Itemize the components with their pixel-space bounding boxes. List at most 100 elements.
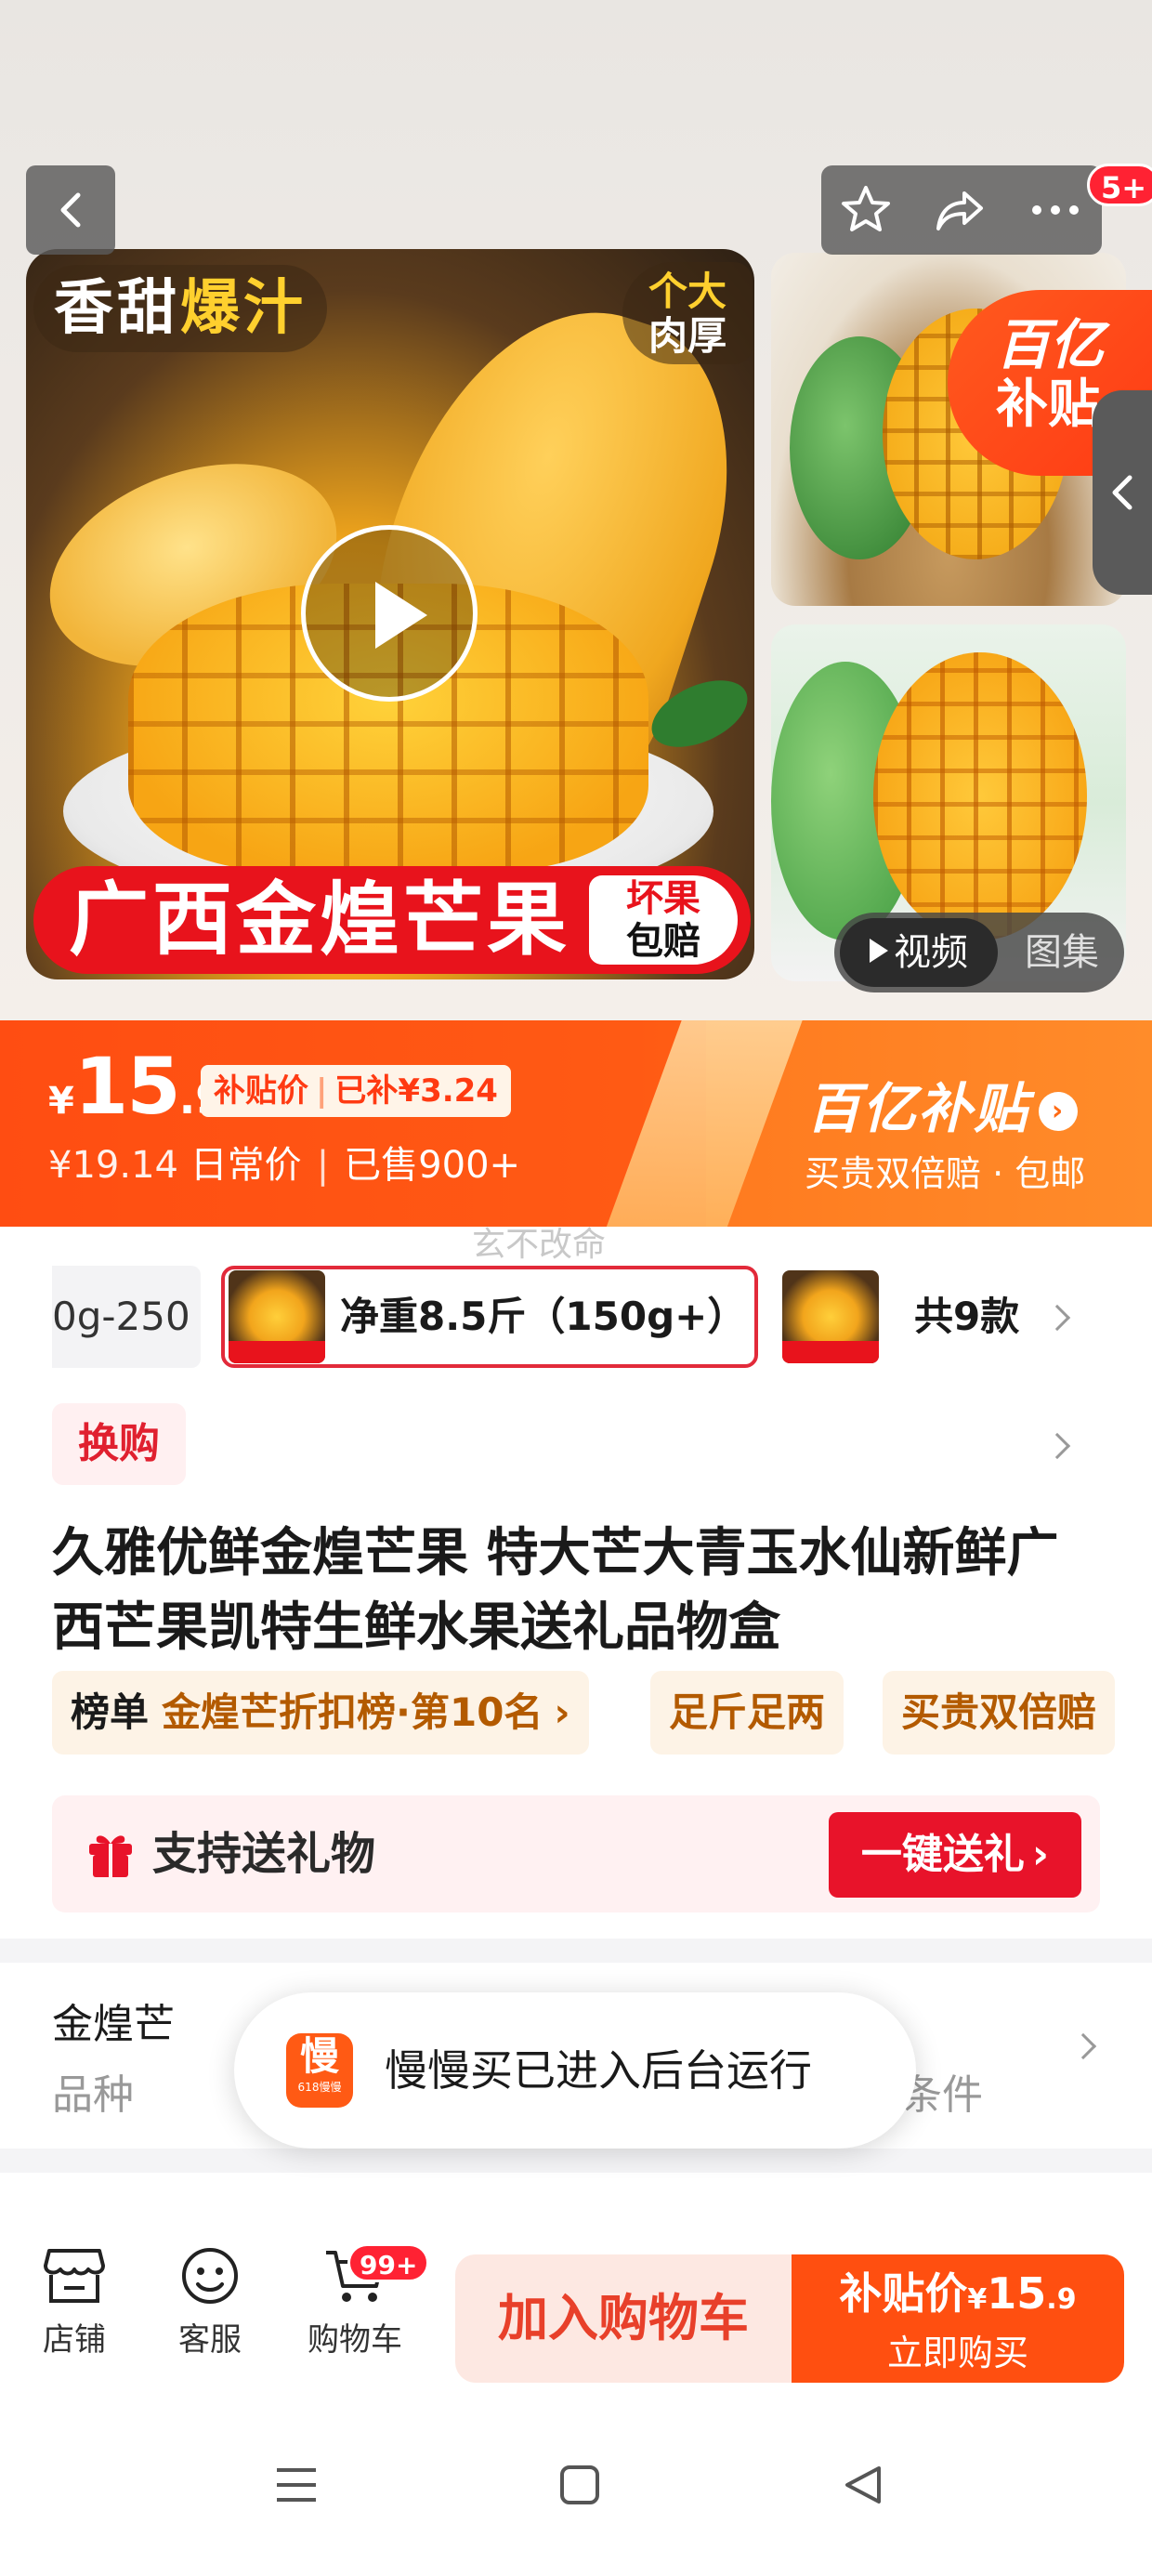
subsidy-label: 补贴价 — [214, 1072, 308, 1110]
sku-selector: 0g-250 净重8.5斤（150g+） 共9款 — [0, 1266, 1152, 1368]
sku-option[interactable]: 0g-250 — [52, 1266, 201, 1368]
cart-badge: 99+ — [347, 2243, 430, 2282]
subsidy-program-desc: 买贵双倍赔 · 包邮 — [805, 1153, 1086, 1194]
shop-button[interactable]: 店铺 — [19, 2245, 130, 2359]
play-icon — [870, 939, 888, 963]
customer-service-label: 客服 — [178, 2321, 242, 2359]
buy-price-label: 补贴价 — [839, 2268, 968, 2319]
shop-icon — [44, 2249, 105, 2303]
feature-tag: 足斤足两 — [650, 1671, 844, 1755]
customer-service-button[interactable]: 客服 — [154, 2245, 266, 2359]
gift-label: 支持送礼物 — [152, 1828, 376, 1880]
banner-guarantee-tag: 坏果 包赔 — [589, 875, 738, 965]
toast-message: 慢慢买已进入后台运行 — [385, 2045, 812, 2096]
watermark-text: 玄不改命 — [472, 1226, 607, 1264]
home-square-icon[interactable] — [559, 2464, 600, 2505]
star-icon[interactable] — [838, 182, 894, 238]
sku-thumbnail — [229, 1270, 325, 1363]
badge-line-1: 个大 — [648, 269, 727, 314]
bottom-action-bar: 店铺 客服 购物车 99+ 加入购物车 补贴价¥15.9 立即购买 — [0, 2223, 1152, 2409]
cart-label: 购物车 — [308, 2321, 402, 2359]
album-tab-label: 图集 — [1025, 931, 1099, 974]
sku-option-selected[interactable]: 净重8.5斤（150g+） — [221, 1266, 758, 1368]
ranking-tag[interactable]: 榜单 金煌芒折扣榜·第10名 › — [52, 1671, 589, 1755]
banner-title: 广西金煌芒果 — [69, 874, 570, 966]
chevron-right-icon[interactable] — [1043, 1304, 1071, 1332]
back-button[interactable] — [26, 165, 115, 255]
gift-bar: 支持送礼物 一键送礼 › — [52, 1795, 1100, 1912]
media-switch[interactable]: 视频 图集 — [834, 913, 1124, 992]
chevron-right-icon[interactable] — [1043, 1432, 1071, 1460]
share-icon[interactable] — [933, 182, 988, 238]
original-price: ¥19.14 — [48, 1144, 178, 1187]
back-triangle-icon[interactable] — [842, 2464, 884, 2505]
sold-count: 已售900+ — [344, 1144, 521, 1187]
album-tab[interactable]: 图集 — [1011, 918, 1113, 987]
ranking-prefix: 榜单 — [71, 1689, 150, 1735]
chevron-right-icon: › — [554, 1689, 570, 1735]
subsidy-badge-line-1: 百亿 — [996, 313, 1105, 376]
badge-text: 香甜 — [54, 274, 180, 343]
buy-price-decimal: .9 — [1046, 2283, 1077, 2316]
price-subline: ¥19.14 日常价 | 已售900+ — [48, 1137, 520, 1193]
badge-line-2: 肉厚 — [648, 313, 727, 359]
send-gift-label: 一键送礼 — [860, 1831, 1025, 1878]
image-banner: 广西金煌芒果 坏果 包赔 — [33, 866, 751, 974]
app-icon-subtext: 618慢慢 — [297, 2081, 342, 2094]
play-video-button[interactable] — [301, 525, 478, 702]
menu-icon[interactable] — [275, 2464, 318, 2505]
sku-option-label: 净重8.5斤（150g+） — [340, 1294, 747, 1339]
chevron-left-icon — [60, 192, 81, 228]
message-count-badge: 5+ — [1087, 164, 1152, 206]
buy-price-line: 补贴价¥15.9 — [792, 2254, 1124, 2330]
current-price: ¥15.9 — [48, 1041, 225, 1132]
image-badge-size: 个大 肉厚 — [622, 262, 753, 364]
sku-total-count[interactable]: 共9款 — [914, 1266, 1019, 1368]
send-gift-button[interactable]: 一键送礼 › — [829, 1812, 1081, 1898]
product-gallery[interactable]: 香甜爆汁 个大 肉厚 广西金煌芒果 坏果 包赔 百亿 补贴 视频 图集 5+ — [0, 0, 1152, 1020]
image-badge-sweet: 香甜爆汁 — [33, 265, 327, 352]
price-integer: 15 — [73, 1041, 181, 1132]
mango-image-part — [873, 652, 1087, 940]
chat-face-icon — [182, 2248, 238, 2304]
badge-highlight: 爆汁 — [180, 274, 307, 343]
exchange-purchase-tag[interactable]: 换购 — [52, 1403, 186, 1485]
shop-label: 店铺 — [43, 2321, 106, 2359]
chevron-right-icon: › — [1031, 1831, 1050, 1878]
guarantee-line-1: 坏果 — [626, 877, 700, 920]
variety-key: 品种 — [52, 2071, 134, 2119]
side-panel-toggle[interactable] — [1093, 390, 1152, 595]
section-divider — [0, 2149, 1152, 2173]
feature-tag: 买贵双倍赔 — [883, 1671, 1116, 1755]
subsidy-amount: 已补¥3.24 — [334, 1072, 498, 1110]
gift-icon — [89, 1835, 132, 1877]
app-icon-glyph: 慢 — [299, 2033, 339, 2079]
sku-option-label: 0g-250 — [52, 1294, 190, 1339]
product-title: 久雅优鲜金煌芒果 特大芒大青玉水仙新鲜广西芒果凯特生鲜水果送礼品物盒 — [52, 1523, 1059, 1658]
system-navigation-bar — [0, 2409, 1152, 2576]
background-run-toast: 慢 618慢慢 慢慢买已进入后台运行 — [234, 1992, 916, 2149]
chevron-left-icon — [1112, 475, 1132, 510]
product-tags: 榜单 金煌芒折扣榜·第10名 › 足斤足两 买贵双倍赔 — [0, 1671, 1152, 1756]
subsidy-program-link[interactable]: 百亿补贴 › — [806, 1065, 1079, 1143]
sku-thumbnail[interactable] — [782, 1270, 879, 1363]
add-to-cart-button[interactable]: 加入购物车 — [455, 2254, 792, 2383]
video-tab[interactable]: 视频 — [840, 918, 998, 987]
guarantee-line-2: 包赔 — [626, 920, 700, 963]
chevron-right-icon — [1069, 2032, 1097, 2060]
buy-now-button[interactable]: 补贴价¥15.9 立即购买 — [792, 2254, 1124, 2383]
video-tab-label: 视频 — [894, 931, 968, 974]
more-icon[interactable] — [1028, 182, 1083, 238]
buy-price-currency: ¥ — [967, 2283, 988, 2316]
chevron-right-icon: › — [1039, 1092, 1079, 1131]
buy-now-label: 立即购买 — [886, 2333, 1028, 2373]
top-action-group — [821, 165, 1102, 255]
app-icon: 慢 618慢慢 — [286, 2033, 353, 2108]
separator: | — [316, 1072, 328, 1110]
price-bar: ¥15.9 补贴价|已补¥3.24 ¥19.14 日常价 | 已售900+ 百亿补贴… — [0, 1020, 1152, 1227]
section-divider — [0, 1939, 1152, 1963]
separator: | — [316, 1144, 330, 1187]
original-price-label: 日常价 — [190, 1144, 302, 1187]
ranking-text: 金煌芒折扣榜·第10名 — [162, 1689, 543, 1735]
price-currency: ¥ — [48, 1080, 74, 1123]
